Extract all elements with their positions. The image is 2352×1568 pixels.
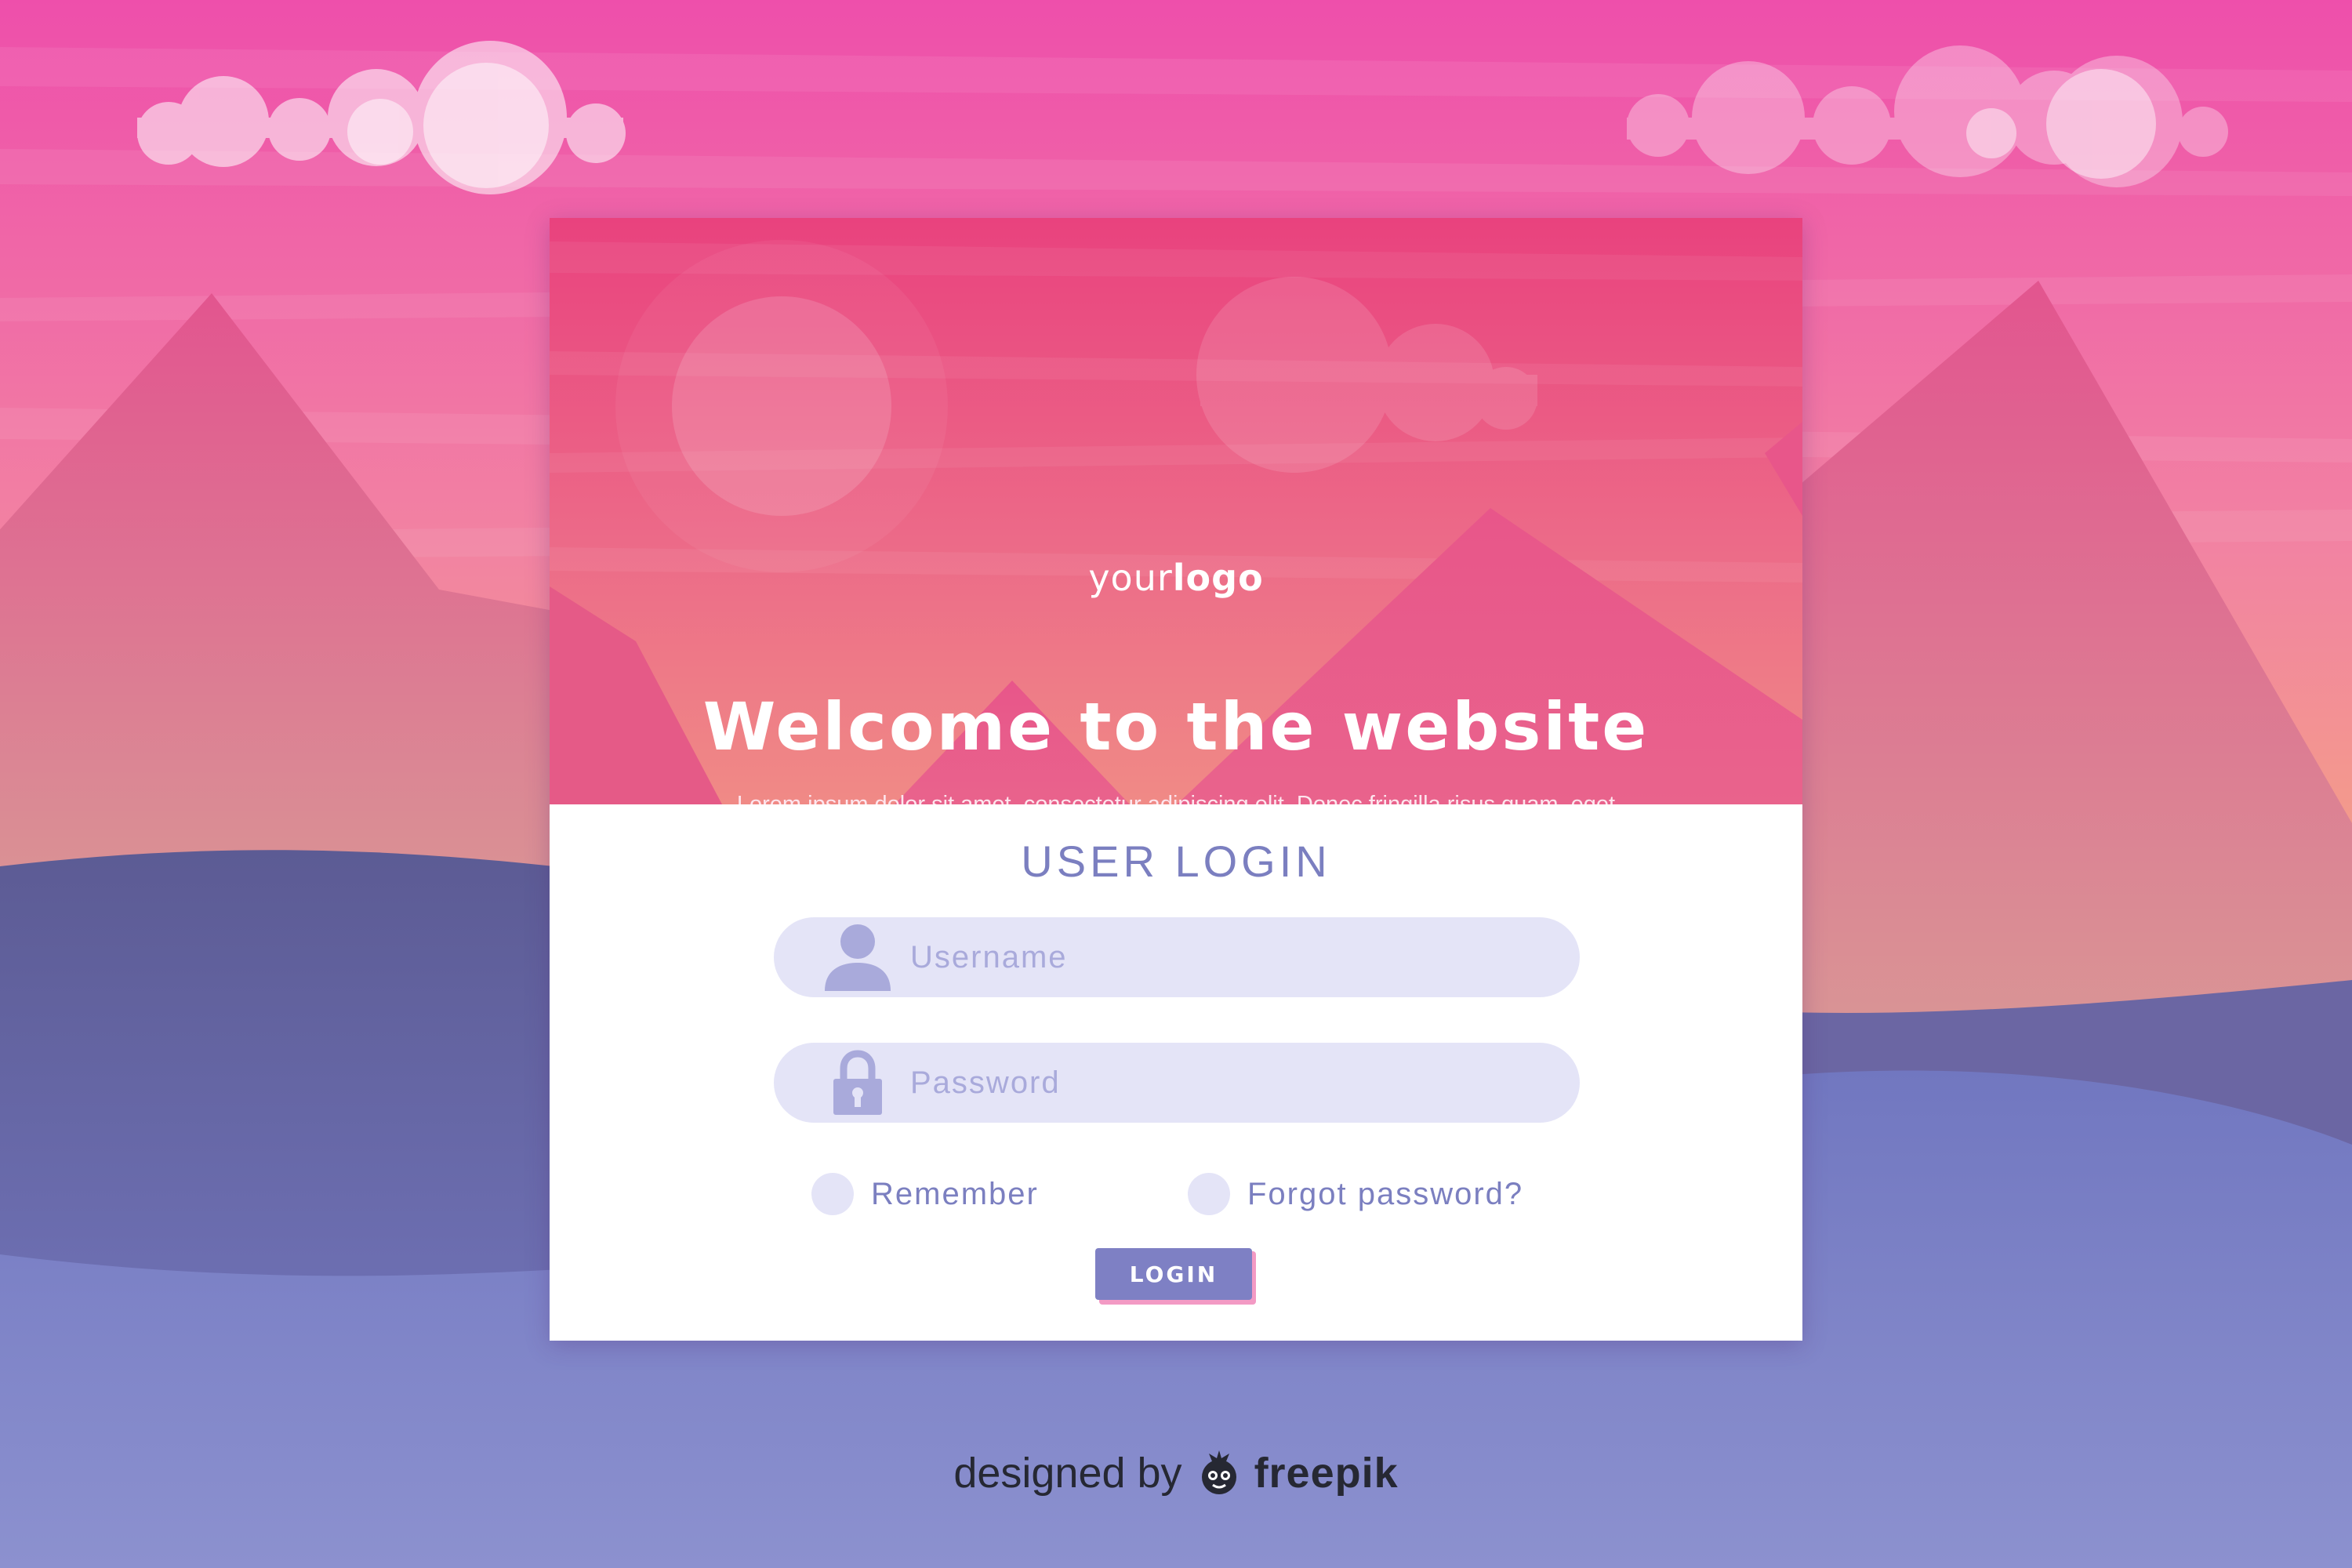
lock-icon [833, 1050, 882, 1115]
login-title: USER LOGIN [1021, 837, 1331, 886]
login-card: yourlogo Welcome to the website Lorem ip… [550, 218, 1802, 1341]
credit-prefix: designed by [953, 1450, 1182, 1497]
logo-text-light: your [1088, 557, 1173, 599]
credit-brand[interactable]: freepik [1254, 1449, 1399, 1497]
username-field[interactable] [774, 917, 1580, 997]
card-header: yourlogo Welcome to the website Lorem ip… [550, 218, 1802, 804]
freepik-mascot-icon [1201, 1450, 1236, 1494]
logo-text-bold: logo [1172, 557, 1264, 599]
password-field[interactable] [774, 1043, 1580, 1123]
login-button[interactable]: LOGIN [1095, 1248, 1252, 1300]
forgot-password-radio[interactable] [1188, 1173, 1230, 1215]
username-input[interactable] [910, 917, 1553, 997]
login-page: yourlogo Welcome to the website Lorem ip… [0, 0, 2352, 1568]
remember-radio[interactable] [811, 1173, 854, 1215]
welcome-title: Welcome to the website [702, 688, 1650, 765]
remember-option[interactable]: Remember [811, 1167, 1039, 1221]
forgot-password-option[interactable]: Forgot password? [1188, 1167, 1523, 1221]
password-input[interactable] [910, 1043, 1553, 1123]
remember-label: Remember [871, 1176, 1039, 1211]
forgot-password-link[interactable]: Forgot password? [1247, 1177, 1523, 1212]
user-icon [825, 924, 891, 991]
site-logo[interactable]: yourlogo [550, 557, 1802, 599]
designer-credit: designed by freepik [0, 1447, 2352, 1499]
welcome-description: Lorem ipsum dolor sit amet, consectetur … [736, 792, 1616, 804]
